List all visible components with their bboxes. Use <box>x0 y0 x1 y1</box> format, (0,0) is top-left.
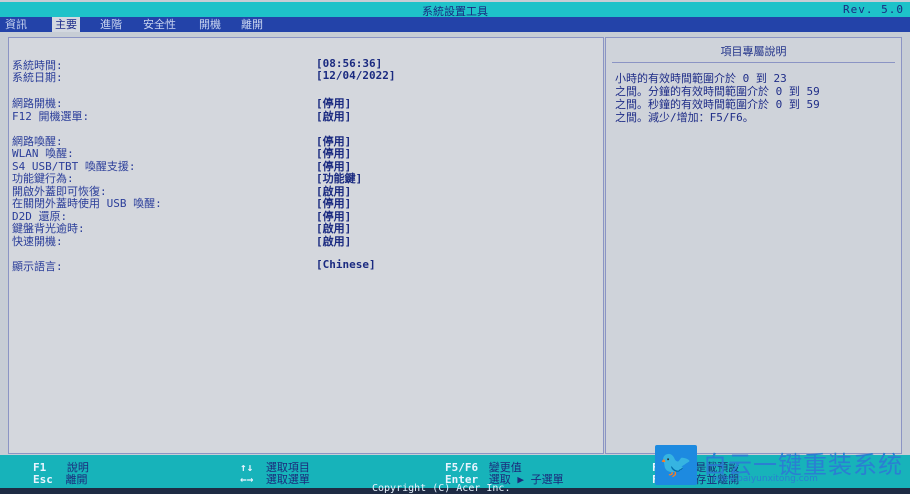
key-hint-left-right: ←→ 選取選單 <box>240 471 310 487</box>
bios-screen: 系統設置工具 Rev. 5.0 資訊 主要 進階 安全性 開機 離開 系統時間:… <box>0 0 910 494</box>
setting-value[interactable]: [啟用] <box>316 233 351 249</box>
watermark-logo: 🐦 白云一键重装系统 www.baiyunxitong.com <box>655 445 910 488</box>
key-name: Esc <box>33 473 53 486</box>
setting-value[interactable]: [12/04/2022] <box>316 69 395 82</box>
key-name: ←→ <box>240 473 254 486</box>
tab-exit[interactable]: 離開 <box>238 17 266 32</box>
title-bar: 系統設置工具 Rev. 5.0 <box>0 2 910 18</box>
setting-label: 快速開機: <box>12 235 63 248</box>
setting-label: 顯示語言: <box>12 260 63 273</box>
help-title: 項目專屬說明 <box>720 45 787 58</box>
tab-security[interactable]: 安全性 <box>140 17 179 32</box>
setting-label: F12 開機選單: <box>12 110 90 123</box>
copyright-text: Copyright (C) Acer Inc. <box>372 483 511 494</box>
key-hint-esc: Esc 離開 <box>33 471 88 487</box>
help-panel: 項目專屬說明 小時的有效時間範圍介於 0 到 23 之間。分鐘的有效時間範圍介於… <box>605 37 902 454</box>
tab-boot[interactable]: 開機 <box>196 17 224 32</box>
menu-bar: 資訊 主要 進階 安全性 開機 離開 <box>0 17 910 32</box>
setting-label: 系統日期: <box>12 71 63 84</box>
settings-panel: 系統時間: [08:56:36] 系統日期: [12/04/2022] 網路開機… <box>8 37 604 454</box>
setting-value[interactable]: [啟用] <box>316 108 351 124</box>
key-desc: 選取選單 <box>265 473 310 486</box>
watermark-url: www.baiyunxitong.com <box>713 474 818 484</box>
setting-value[interactable]: [Chinese] <box>316 258 376 271</box>
help-text-line: 之間。減少/增加：F5/F6。 <box>615 111 754 124</box>
help-divider <box>612 62 895 63</box>
revision-label: Rev. 5.0 <box>843 3 904 16</box>
tab-info[interactable]: 資訊 <box>2 17 30 32</box>
tab-main[interactable]: 主要 <box>52 17 80 32</box>
tab-advanced[interactable]: 進階 <box>97 17 125 32</box>
key-desc: 離開 <box>65 473 88 486</box>
twitter-bird-icon: 🐦 <box>655 445 697 485</box>
